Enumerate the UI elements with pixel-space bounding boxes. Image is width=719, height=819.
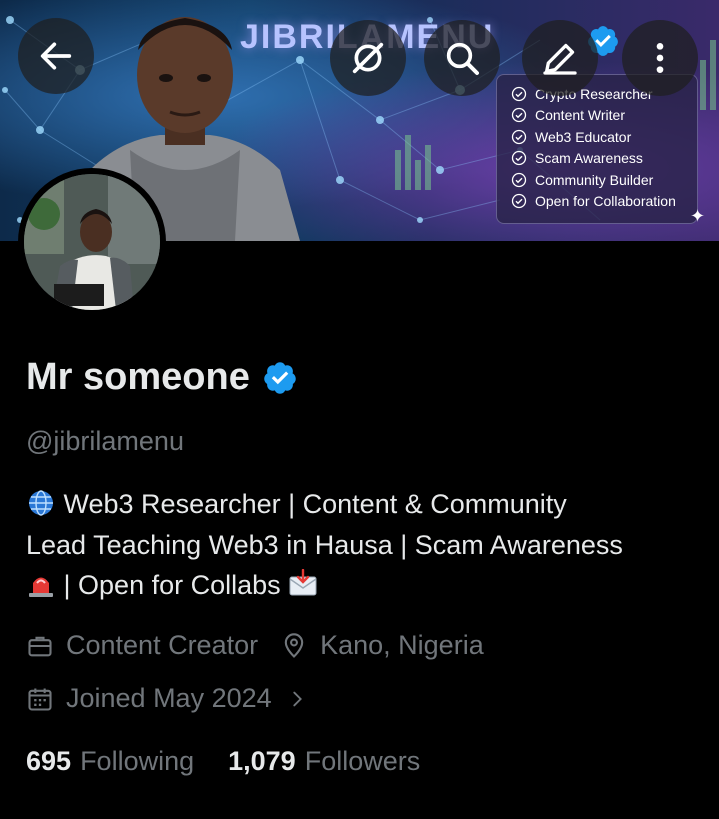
bio-line-3: | Open for Collabs <box>26 565 716 606</box>
search-icon <box>446 42 479 75</box>
grok-icon <box>352 42 384 74</box>
following-link[interactable]: 695 Following <box>26 746 194 777</box>
profile-joined-date: Joined May 2024 <box>66 683 272 713</box>
more-button[interactable] <box>622 20 698 96</box>
pencil-icon <box>543 43 577 75</box>
arrow-left-icon <box>40 42 72 70</box>
check-circle-icon <box>511 151 527 166</box>
checklist-item: Web3 Educator <box>511 126 697 148</box>
checklist-item-label: Community Builder <box>535 171 654 188</box>
avatar-photo <box>24 174 160 310</box>
profile-handle: @jibrilamenu <box>26 426 184 456</box>
search-button[interactable] <box>424 20 500 96</box>
profile-category: Content Creator <box>66 630 259 660</box>
followers-label: Followers <box>304 746 421 776</box>
check-circle-icon <box>511 129 527 144</box>
check-circle-icon <box>511 194 527 209</box>
siren-icon <box>29 577 53 597</box>
banner-checklist-card: Crypto Researcher Content Writer Web3 Ed… <box>496 74 698 224</box>
location-pin-icon <box>284 632 304 658</box>
profile-avatar[interactable] <box>18 168 166 316</box>
profile-location: Kano, Nigeria <box>320 630 484 660</box>
check-circle-icon <box>511 108 527 123</box>
following-label: Following <box>80 746 195 776</box>
followers-link[interactable]: 1,079 Followers <box>228 746 420 777</box>
inbox-tray-icon <box>289 569 317 596</box>
profile-stats: 695 Following 1,079 Followers <box>26 746 420 777</box>
checklist-item-label: Open for Collaboration <box>535 193 676 210</box>
bio-line-1: Web3 Researcher | Content & Community <box>26 484 716 525</box>
checklist-item: Community Builder <box>511 169 697 191</box>
briefcase-icon <box>28 636 52 656</box>
following-count: 695 <box>26 746 72 776</box>
globe-icon <box>29 490 53 516</box>
edit-button[interactable] <box>522 20 598 96</box>
back-button[interactable] <box>18 18 94 94</box>
verified-badge-icon[interactable] <box>262 360 298 396</box>
checklist-item: Content Writer <box>511 105 697 127</box>
followers-count: 1,079 <box>228 746 296 776</box>
chevron-right-icon <box>292 691 302 706</box>
grok-button[interactable] <box>330 20 406 96</box>
profile-meta-row: Content Creator Kano, Nigeria <box>26 630 484 661</box>
check-circle-icon <box>511 172 527 187</box>
calendar-icon <box>28 688 52 711</box>
bio-text: Web3 Researcher | Content & Community <box>63 489 567 519</box>
more-vertical-icon <box>656 43 664 73</box>
bio-line-2: Lead Teaching Web3 in Hausa | Scam Aware… <box>26 529 623 560</box>
checklist-item-label: Scam Awareness <box>535 150 643 167</box>
check-circle-icon <box>511 86 527 101</box>
profile-name: Mr someone <box>26 356 250 398</box>
profile-bio: Web3 Researcher | Content & Community Le… <box>26 484 716 606</box>
bio-text: | Open for Collabs <box>63 570 281 600</box>
sparkle-icon: ✦ <box>690 206 706 226</box>
checklist-item: Scam Awareness <box>511 148 697 170</box>
checklist-item-label: Web3 Educator <box>535 128 632 145</box>
joined-date-link[interactable]: Joined May 2024 <box>26 683 320 714</box>
checklist-item-label: Content Writer <box>535 107 625 124</box>
checklist-item: Open for Collaboration <box>511 191 697 213</box>
profile-name-row: Mr someone <box>26 356 298 399</box>
